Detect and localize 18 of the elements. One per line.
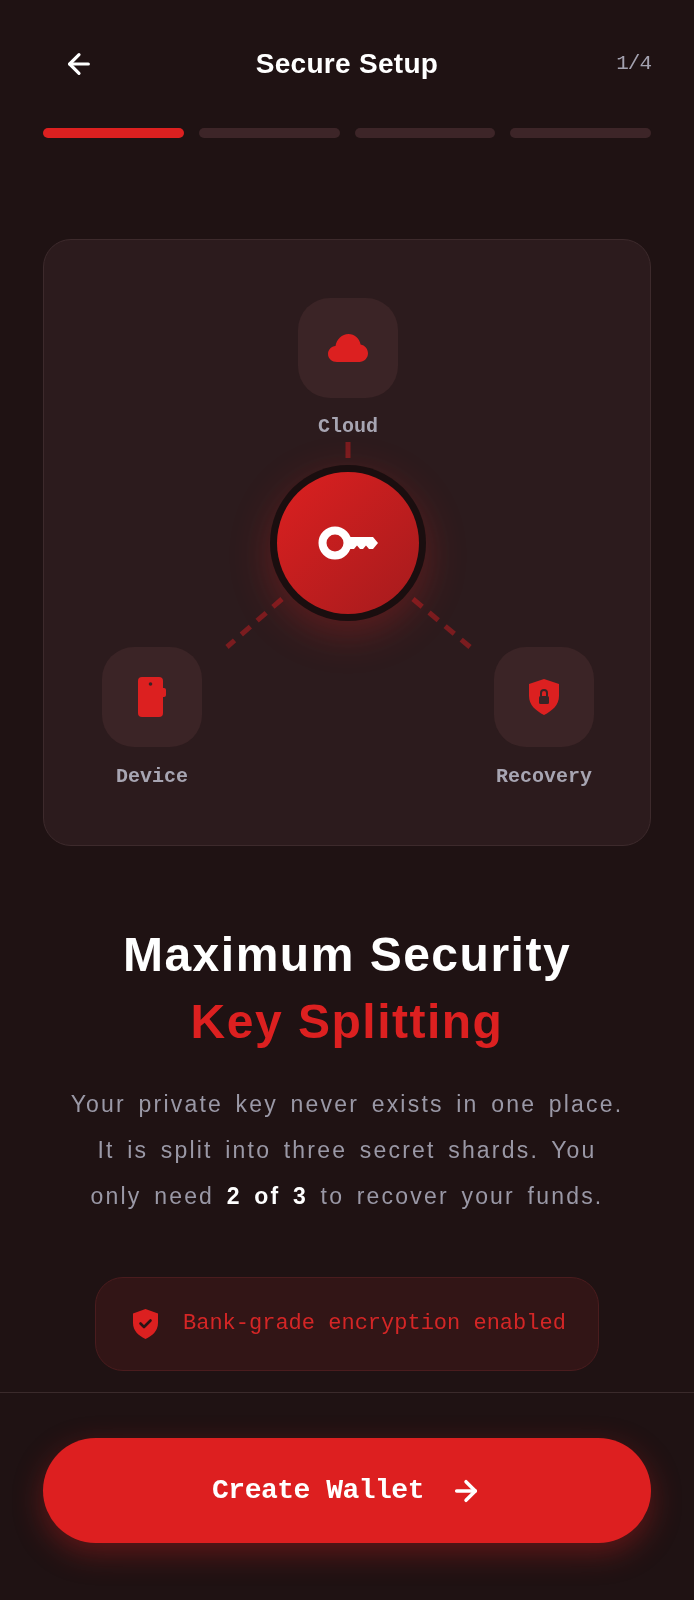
description-text: Your private key never exists in one place. It is split into three secret shards. You only need 2 of 3 to recover your funds. [69,1090,625,1211]
shield-check-icon [133,1309,158,1339]
headline-highlight: Key Splitting [190,994,504,1050]
screen-title: Secure Setup [255,47,439,81]
notice-text: Bank-grade encryption enabled [183,1310,566,1338]
node-label: Cloud [318,415,378,439]
dashed-connector [345,442,351,458]
key-icon [318,526,378,560]
node-label: Device [116,765,188,789]
dashed-connector [225,597,284,649]
shield-lock-icon [529,679,559,715]
cloud-icon [328,334,368,362]
create-wallet-button[interactable]: Create Wallet [43,1438,651,1543]
phone-icon [138,677,166,717]
step-counter: 1/4 [616,51,651,77]
node-label: Recovery [496,765,592,789]
headline: Maximum Security [122,927,572,983]
dashed-connector [411,597,472,649]
